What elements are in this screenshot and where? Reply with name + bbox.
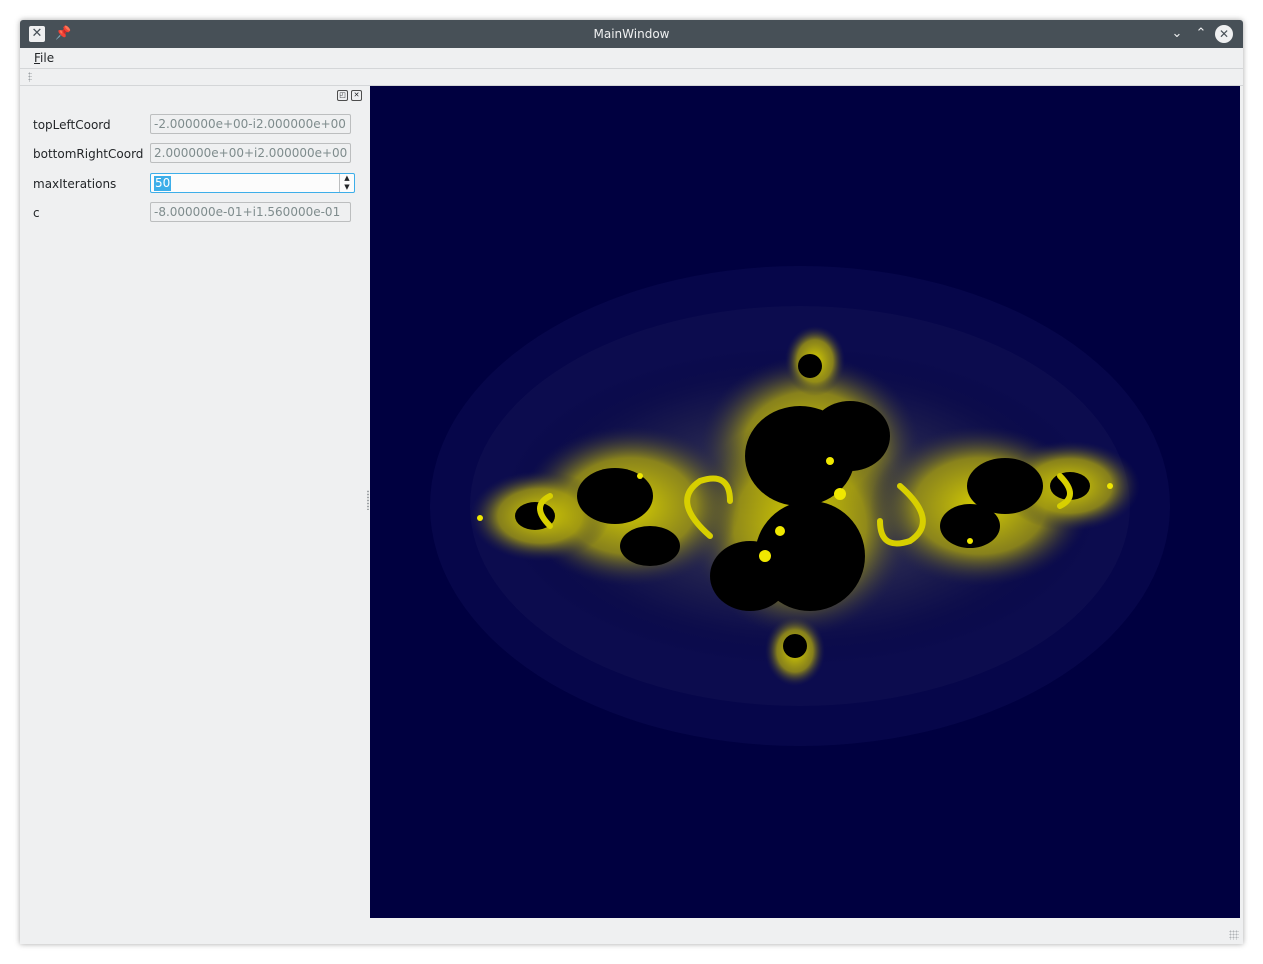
fractal-canvas[interactable] [370, 86, 1240, 918]
window-title: MainWindow [593, 27, 670, 41]
spin-down-icon[interactable]: ▼ [340, 183, 354, 192]
status-bar [20, 918, 1243, 944]
spin-arrows: ▲ ▼ [339, 174, 354, 192]
julia-set-image [430, 266, 1170, 746]
bottom-right-coord-label: bottomRightCoord [33, 147, 144, 161]
splitter-handle[interactable] [367, 490, 369, 510]
spin-up-icon[interactable]: ▲ [340, 174, 354, 183]
max-iterations-value[interactable]: 50 [154, 176, 172, 191]
menu-bar: File [20, 48, 1243, 69]
minimize-button[interactable]: ⌄ [1168, 25, 1186, 43]
parameters-dock: ◰ ✕ topLeftCoord -2.000000e+00-i2.000000… [24, 86, 366, 918]
c-label: c [33, 206, 40, 220]
toolbar-handle[interactable] [28, 72, 32, 82]
toolbar [20, 69, 1243, 86]
c-field[interactable]: -8.000000e-01+i1.560000e-01 [150, 202, 351, 222]
top-left-coord-field[interactable]: -2.000000e+00-i2.000000e+00 [150, 114, 351, 134]
dock-close-button[interactable]: ✕ [351, 90, 362, 101]
menu-file[interactable]: File [34, 51, 54, 65]
max-iterations-label: maxIterations [33, 177, 117, 191]
menu-file-label: ile [40, 51, 55, 65]
max-iterations-spinbox[interactable]: 50 ▲ ▼ [150, 173, 355, 193]
maximize-button[interactable]: ⌃ [1192, 25, 1210, 43]
bottom-right-coord-field[interactable]: 2.000000e+00+i2.000000e+00 [150, 143, 351, 163]
top-left-coord-label: topLeftCoord [33, 118, 111, 132]
resize-grip[interactable] [1229, 930, 1239, 940]
dock-float-button[interactable]: ◰ [337, 90, 348, 101]
title-bar[interactable]: ✕ 📌 MainWindow ⌄ ⌃ ✕ [20, 20, 1243, 48]
main-window: ✕ 📌 MainWindow ⌄ ⌃ ✕ File ◰ ✕ topLeftCoo… [20, 20, 1243, 944]
close-button[interactable]: ✕ [1215, 25, 1233, 43]
